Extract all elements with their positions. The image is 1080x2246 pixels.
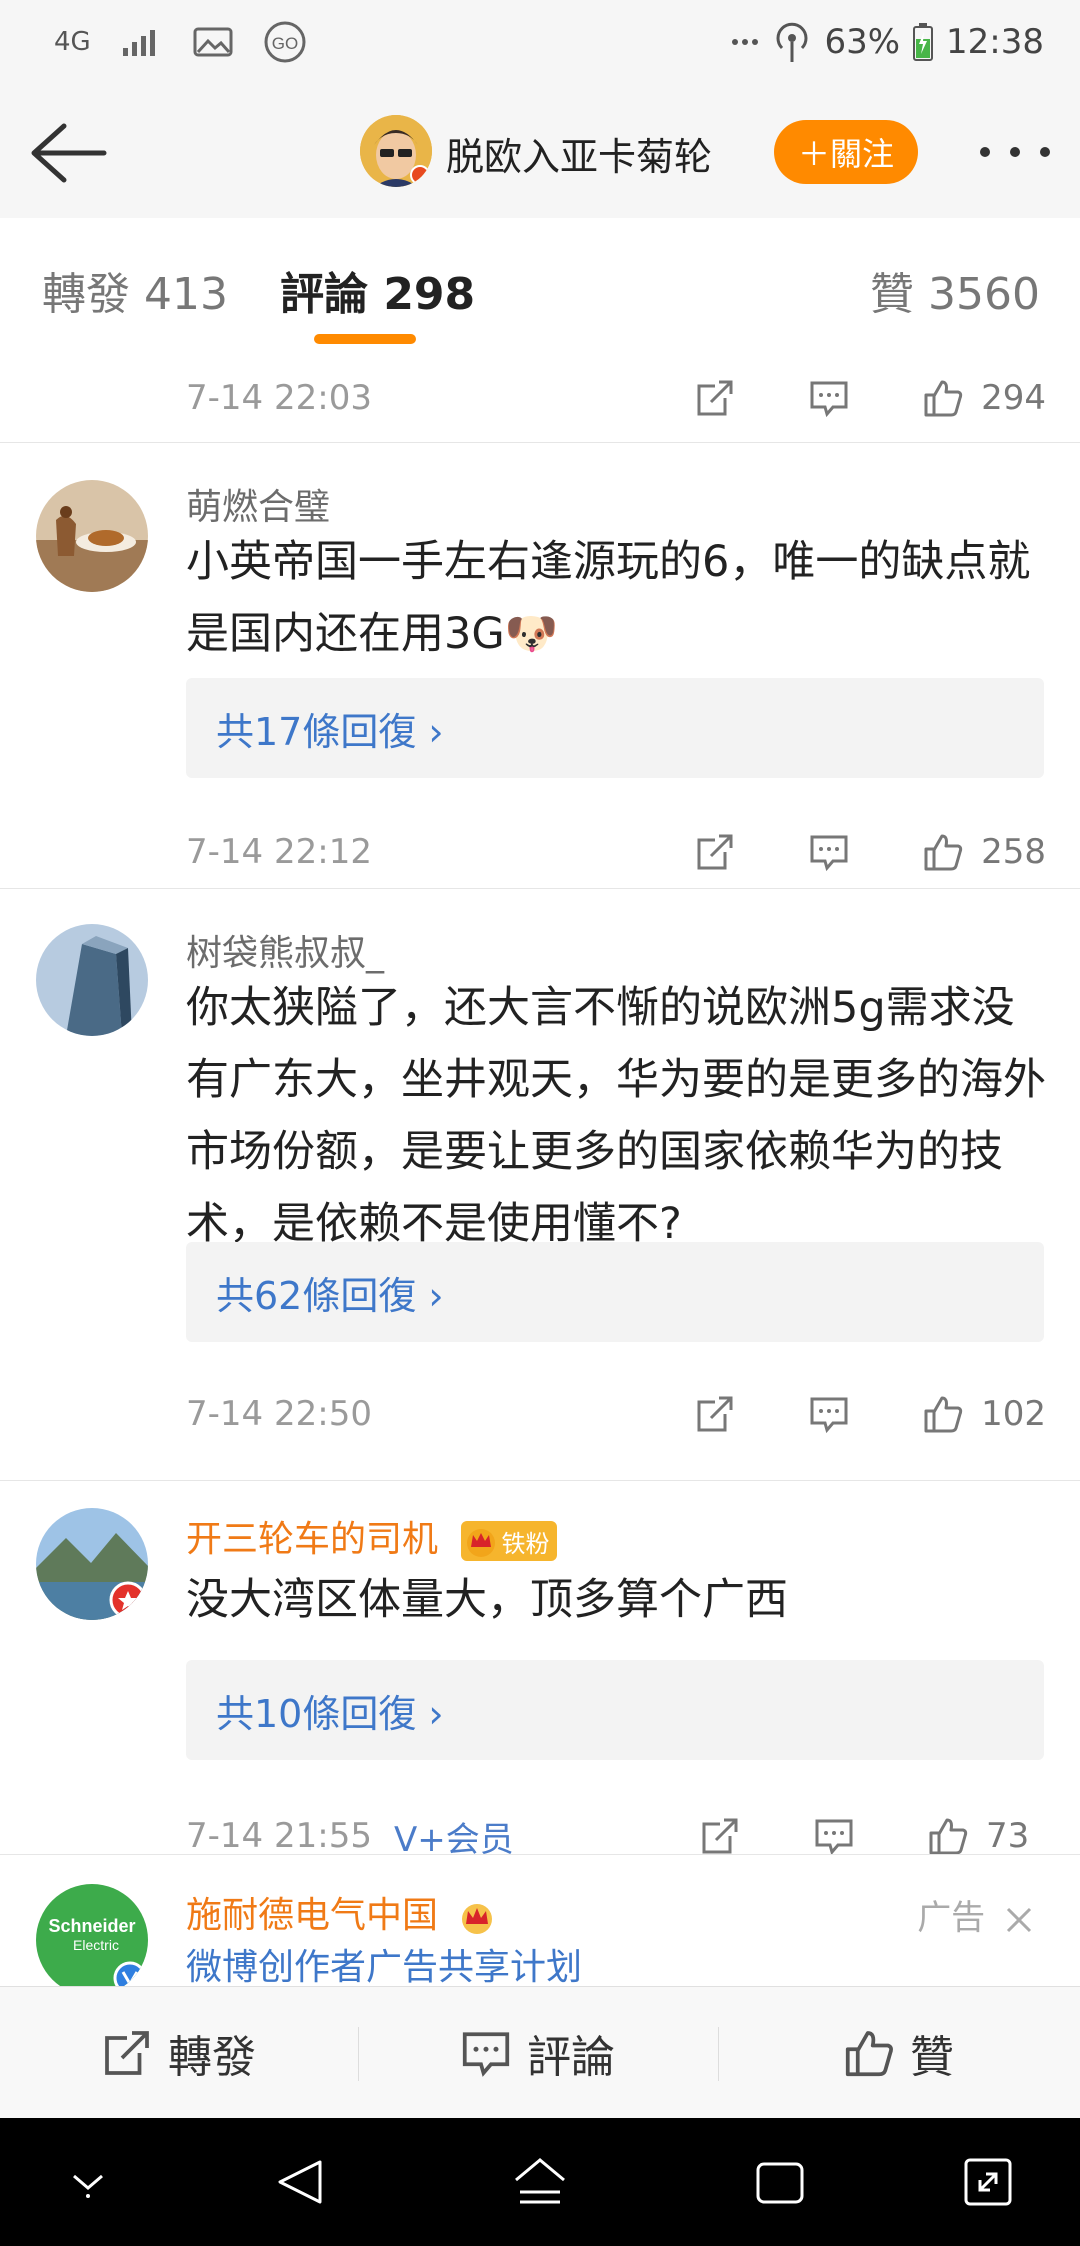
clock: 12:38	[946, 22, 1044, 62]
battery-icon	[913, 23, 934, 61]
user-name[interactable]: 萌燃合璧	[186, 478, 330, 530]
tab-bar: 轉發 413 評論 298 贊 3560	[0, 218, 1080, 351]
svg-text:GO: GO	[271, 34, 297, 53]
image-icon	[193, 27, 233, 57]
divider	[0, 1854, 1080, 1855]
share-icon[interactable]	[700, 1816, 740, 1856]
battery-percent: 63%	[824, 22, 901, 62]
like-button[interactable]: 贊	[718, 1987, 1080, 2119]
ad-subtitle[interactable]: 微博创作者广告共享计划	[186, 1946, 1046, 1986]
like-count: 258	[981, 832, 1046, 872]
ad-label: 广告	[917, 1890, 1034, 1939]
comment-icon[interactable]	[809, 1394, 849, 1434]
tab-indicator	[314, 334, 416, 344]
replies-button[interactable]: 共17條回復 ›	[186, 678, 1044, 778]
comment-meta: 7-14 22:50 102	[186, 1384, 1046, 1444]
expand-icon[interactable]	[960, 2154, 1016, 2210]
more-options-icon[interactable]	[980, 132, 1050, 172]
page-title: 脱欧入亚卡菊轮	[446, 135, 713, 179]
user-name[interactable]: 树袋熊叔叔_	[186, 924, 384, 976]
divider	[0, 1480, 1080, 1481]
fan-badge: 铁粉	[461, 1521, 558, 1561]
bottom-action-bar: 轉發 評論 贊	[0, 1986, 1080, 2119]
system-nav-bar	[0, 2118, 1080, 2246]
like-count: 73	[986, 1816, 1030, 1856]
like-icon	[845, 2031, 893, 2077]
like-icon[interactable]	[923, 832, 963, 872]
more-dots-icon	[732, 39, 759, 45]
user-avatar[interactable]	[36, 1508, 148, 1620]
back-triangle-icon[interactable]	[272, 2154, 328, 2210]
replies-button[interactable]: 共62條回復 ›	[186, 1242, 1044, 1342]
comment-meta: 7-14 22:12 258	[186, 822, 1046, 882]
like-icon[interactable]	[928, 1816, 968, 1856]
share-icon[interactable]	[695, 832, 735, 872]
comment-meta: 7-14 22:03 294	[186, 368, 1046, 428]
user-avatar[interactable]	[36, 480, 148, 592]
svg-text:Electric: Electric	[73, 1937, 119, 1953]
crown-icon	[462, 1904, 493, 1934]
comment-text: 没大湾区体量大，顶多算个广西	[186, 1575, 788, 1625]
comment-text: 小英帝国一手左右逢源玩的6，唯一的缺点就是国内还在用3G🐶	[186, 537, 1031, 659]
chevron-down-icon[interactable]	[66, 2164, 110, 2200]
comment-button[interactable]: 評論	[358, 1987, 718, 2119]
comment-text: 你太狭隘了，还大言不惭的说欧洲5g需求没有广东大，坐井观天，华为要的是更多的海外…	[186, 983, 1046, 1249]
replies-button[interactable]: 共10條回復 ›	[186, 1660, 1044, 1760]
comment-time: 7-14 21:55	[186, 1816, 372, 1856]
author-avatar[interactable]	[360, 115, 432, 187]
go-icon: GO	[264, 21, 306, 63]
comment-time: 7-14 22:12	[186, 832, 372, 872]
follow-button[interactable]: ＋關注	[774, 120, 918, 184]
comment-time: 7-14 22:03	[186, 378, 372, 418]
status-bar: 4G GO 63% 12:38	[0, 0, 1080, 90]
advertiser-avatar[interactable]: Schneider Electric	[36, 1884, 148, 1986]
network-indicator: 4G	[54, 27, 91, 57]
signal-icon	[122, 30, 155, 56]
repost-button[interactable]: 轉發	[0, 1987, 358, 2119]
advertiser-name[interactable]: 施耐德电气中国	[186, 1886, 497, 1938]
comment-time: 7-14 22:50	[186, 1394, 372, 1434]
like-icon[interactable]	[923, 378, 963, 418]
divider	[0, 888, 1080, 889]
like-count: 294	[981, 378, 1046, 418]
comment-icon[interactable]	[814, 1816, 854, 1856]
comment-icon[interactable]	[809, 832, 849, 872]
recent-apps-icon[interactable]	[752, 2158, 808, 2208]
comment-meta: 7-14 21:55 V+会员 73	[186, 1806, 1046, 1866]
like-count: 102	[981, 1394, 1046, 1434]
comment-icon[interactable]	[809, 378, 849, 418]
comment-list[interactable]: 7-14 22:03 294 萌燃合璧 小英帝国一手左右逢源玩的6，唯一的缺点就…	[0, 350, 1080, 1986]
user-name[interactable]: 开三轮车的司机 铁粉	[186, 1510, 558, 1562]
share-icon[interactable]	[695, 1394, 735, 1434]
doge-emoji-icon: 🐶	[504, 609, 559, 659]
divider	[0, 442, 1080, 443]
tab-comments[interactable]: 評論 298	[280, 258, 475, 322]
user-avatar[interactable]	[36, 924, 148, 1036]
nav-header: 脱欧入亚卡菊轮 ＋關注	[0, 90, 1080, 219]
crown-icon	[467, 1529, 496, 1557]
hotspot-icon	[776, 22, 808, 62]
tab-repost[interactable]: 轉發 413	[42, 258, 228, 322]
like-icon[interactable]	[923, 1394, 963, 1434]
close-icon[interactable]	[1004, 1905, 1034, 1935]
comment-icon	[462, 2032, 510, 2077]
back-arrow-icon[interactable]	[28, 120, 108, 186]
tab-likes[interactable]: 贊 3560	[870, 258, 1040, 322]
home-icon[interactable]	[510, 2154, 570, 2210]
share-icon[interactable]	[695, 378, 735, 418]
svg-text:Schneider: Schneider	[48, 1916, 135, 1936]
share-icon	[105, 2031, 149, 2075]
